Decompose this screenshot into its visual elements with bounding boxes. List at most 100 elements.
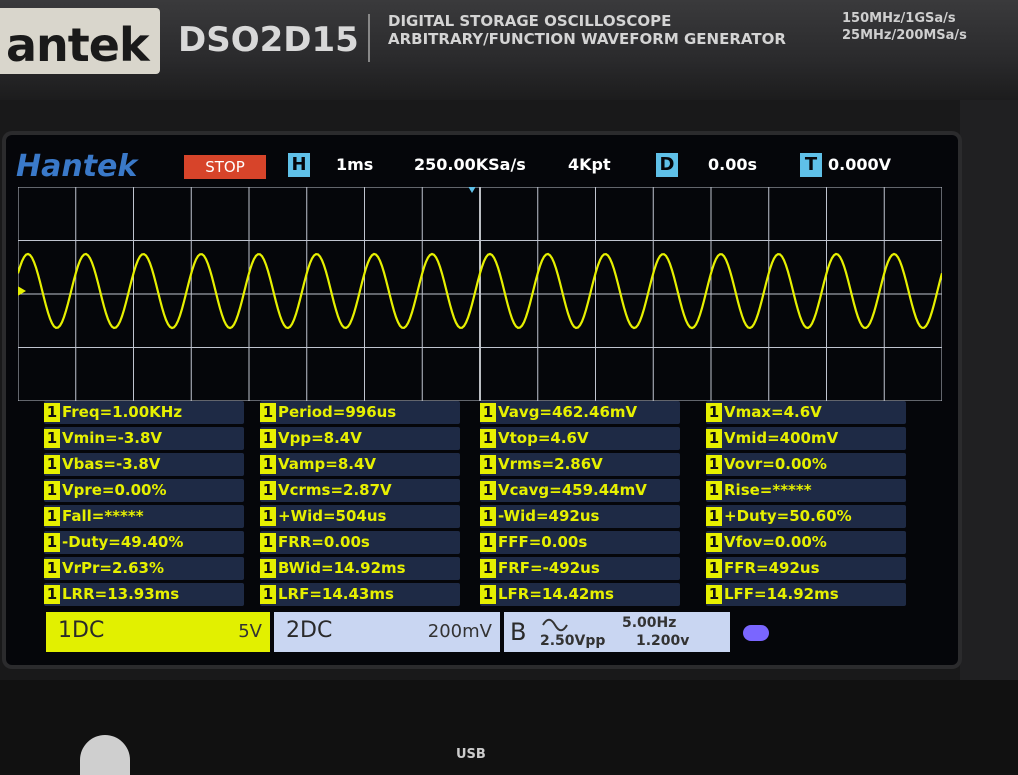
measurement-value: FFF=0.00s bbox=[498, 533, 588, 551]
memory-depth: 4Kpt bbox=[568, 155, 611, 174]
measurement-cell: 1 LFF=14.92ms bbox=[706, 583, 906, 606]
spec-line1: 150MHz/1GSa/s bbox=[842, 11, 956, 26]
measurement-cell: 1 Vmin=-3.8V bbox=[44, 427, 244, 450]
measurement-value: +Duty=50.60% bbox=[724, 507, 852, 525]
measurement-value: Vbas=-3.8V bbox=[62, 455, 161, 473]
generator-box[interactable]: B 5.00Hz 2.50Vpp 1.200v bbox=[504, 612, 730, 652]
measurement-value: -Wid=492us bbox=[498, 507, 600, 525]
measurement-cell: 1 Vovr=0.00% bbox=[706, 453, 906, 476]
measurement-value: -Duty=49.40% bbox=[62, 533, 184, 551]
measurement-value: VrPr=2.63% bbox=[62, 559, 165, 577]
sine-wave-icon bbox=[542, 618, 568, 632]
measurement-channel: 1 bbox=[480, 455, 496, 474]
measurement-cell: 1 Fall=***** bbox=[44, 505, 244, 528]
measurement-channel: 1 bbox=[706, 559, 722, 578]
measurement-value: Vovr=0.00% bbox=[724, 455, 827, 473]
measurement-value: Vpp=8.4V bbox=[278, 429, 362, 447]
measurement-value: Vrms=2.86V bbox=[498, 455, 603, 473]
generator-frequency: 5.00Hz bbox=[622, 615, 677, 631]
model-name: DSO2D15 bbox=[178, 20, 359, 60]
measurement-value: Vpre=0.00% bbox=[62, 481, 167, 499]
measurement-value: Vamp=8.4V bbox=[278, 455, 377, 473]
run-stop-indicator[interactable]: STOP bbox=[184, 155, 266, 179]
measurement-cell: 1 Rise=***** bbox=[706, 479, 906, 502]
side-panel bbox=[960, 100, 1018, 680]
status-bar: Hantek STOP H 1ms 250.00KSa/s 4Kpt D 0.0… bbox=[6, 145, 958, 184]
measurement-channel: 1 bbox=[44, 507, 60, 526]
measurement-cell: 1 +Duty=50.60% bbox=[706, 505, 906, 528]
channel1-marker-icon bbox=[18, 286, 26, 296]
device-lower-panel bbox=[0, 680, 1018, 773]
measurement-cell: 1 LRR=13.93ms bbox=[44, 583, 244, 606]
measurement-value: LRR=13.93ms bbox=[62, 585, 180, 603]
measurement-value: Freq=1.00KHz bbox=[62, 403, 183, 421]
measurement-value: LRF=14.43ms bbox=[278, 585, 394, 603]
screen-logo: Hantek bbox=[16, 149, 138, 184]
measurement-cell: 1 Vmid=400mV bbox=[706, 427, 906, 450]
measurement-value: FRF=-492us bbox=[498, 559, 600, 577]
measurement-value: LFF=14.92ms bbox=[724, 585, 839, 603]
divider bbox=[368, 14, 370, 62]
measurement-value: Vtop=4.6V bbox=[498, 429, 589, 447]
spec-line2: 25MHz/200MSa/s bbox=[842, 28, 967, 43]
measurement-value: Vmax=4.6V bbox=[724, 403, 822, 421]
measurement-cell: 1 LRF=14.43ms bbox=[260, 583, 460, 606]
channel1-scale: 5V bbox=[238, 621, 262, 642]
measurement-channel: 1 bbox=[480, 507, 496, 526]
measurement-channel: 1 bbox=[44, 559, 60, 578]
measurement-channel: 1 bbox=[260, 481, 276, 500]
measurement-channel: 1 bbox=[260, 403, 276, 422]
generator-amplitude: 2.50Vpp bbox=[540, 633, 606, 649]
measurement-channel: 1 bbox=[260, 429, 276, 448]
device-top-panel: antek DSO2D15 DIGITAL STORAGE OSCILLOSCO… bbox=[0, 0, 1018, 100]
measurement-channel: 1 bbox=[706, 429, 722, 448]
measurement-value: Vfov=0.00% bbox=[724, 533, 827, 551]
generator-offset: 1.200v bbox=[636, 633, 690, 649]
measurement-channel: 1 bbox=[260, 533, 276, 552]
sample-rate: 250.00KSa/s bbox=[414, 155, 526, 174]
measurement-channel: 1 bbox=[706, 403, 722, 422]
measurement-cell: 1 FRR=0.00s bbox=[260, 531, 460, 554]
measurement-channel: 1 bbox=[706, 507, 722, 526]
measurement-channel: 1 bbox=[480, 585, 496, 604]
graticule bbox=[18, 187, 942, 401]
measurement-channel: 1 bbox=[706, 585, 722, 604]
measurement-cell: 1 FRF=-492us bbox=[480, 557, 680, 580]
measurement-value: Fall=***** bbox=[62, 507, 144, 525]
trigger-level: 0.000V bbox=[828, 155, 891, 174]
measurement-cell: 1 BWid=14.92ms bbox=[260, 557, 460, 580]
measurement-cell: 1 FFR=492us bbox=[706, 557, 906, 580]
measurement-cell: 1 Vcrms=2.87V bbox=[260, 479, 460, 502]
measurement-value: +Wid=504us bbox=[278, 507, 387, 525]
device-specs: 150MHz/1GSa/s 25MHz/200MSa/s bbox=[842, 10, 967, 44]
measurement-channel: 1 bbox=[706, 481, 722, 500]
measurement-channel: 1 bbox=[44, 481, 60, 500]
measurement-cell: 1 Vavg=462.46mV bbox=[480, 401, 680, 424]
measurement-cell: 1 Vrms=2.86V bbox=[480, 453, 680, 476]
measurement-value: Vcrms=2.87V bbox=[278, 481, 392, 499]
measurement-channel: 1 bbox=[260, 507, 276, 526]
measurement-cell: 1 Vtop=4.6V bbox=[480, 427, 680, 450]
brand-label: antek bbox=[6, 18, 150, 72]
generator-label: B bbox=[510, 618, 527, 646]
measurement-cell: 1 Vmax=4.6V bbox=[706, 401, 906, 424]
channel2-label: 2DC bbox=[286, 618, 333, 643]
channel1-box[interactable]: 1DC 5V bbox=[46, 612, 270, 652]
device-description: DIGITAL STORAGE OSCILLOSCOPE ARBITRARY/F… bbox=[388, 12, 786, 48]
measurement-cell: 1 Period=996us bbox=[260, 401, 460, 424]
measurement-value: Vmid=400mV bbox=[724, 429, 839, 447]
trigger-position-icon bbox=[468, 187, 476, 193]
measurement-channel: 1 bbox=[706, 455, 722, 474]
measurement-channel: 1 bbox=[260, 559, 276, 578]
measurement-cell: 1 Vamp=8.4V bbox=[260, 453, 460, 476]
measurement-cell: 1 Freq=1.00KHz bbox=[44, 401, 244, 424]
measurement-cell: 1 Vcavg=459.44mV bbox=[480, 479, 680, 502]
measurement-value: FRR=0.00s bbox=[278, 533, 370, 551]
channel2-box[interactable]: 2DC 200mV bbox=[274, 612, 500, 652]
channel-bar: 1DC 5V 2DC 200mV B 5.00Hz 2.50Vpp 1.200v bbox=[46, 612, 946, 652]
measurement-value: Vmin=-3.8V bbox=[62, 429, 163, 447]
measurement-cell: 1 Vfov=0.00% bbox=[706, 531, 906, 554]
trigger-badge: T bbox=[800, 153, 822, 177]
horizontal-badge: H bbox=[288, 153, 310, 177]
measurement-value: FFR=492us bbox=[724, 559, 820, 577]
